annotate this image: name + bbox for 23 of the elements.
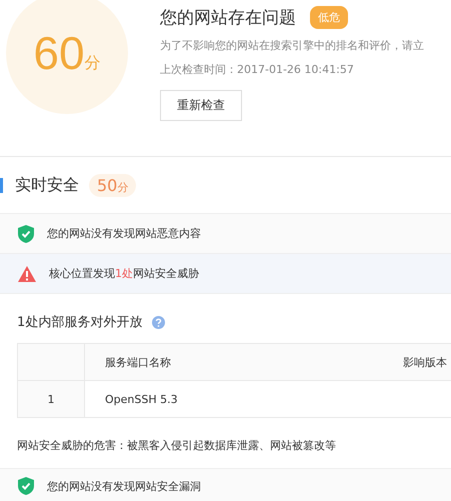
section-marker [0,178,3,192]
shield-check-icon [18,477,34,495]
risk-badge: 低危 [310,6,348,29]
table-header-cell: 服务端口名称 [84,344,326,380]
check-text: 您的网站没有发现网站安全漏洞 [47,478,201,494]
services-title: 1处内部服务对外开放 [17,314,142,331]
table-cell: 1 [18,380,84,418]
check-text: 核心位置发现1处网站安全威胁 [49,266,199,281]
last-check-time: 上次检查时间：2017-01-26 10:41:57 [160,62,354,77]
section-title: 实时安全 [15,174,79,196]
recheck-button[interactable]: 重新检查 [160,90,242,121]
warning-icon [18,266,36,282]
section-score-badge: 50分 [89,174,136,196]
description-text: 为了不影响您的网站在搜索引擎中的排名和评价，请立 [160,38,424,53]
check-text: 您的网站没有发现网站恶意内容 [47,226,201,241]
score-unit: 分 [84,52,101,74]
help-icon[interactable] [152,316,166,328]
shield-check-icon [18,224,34,242]
threat-note: 网站安全威胁的危害：被黑客入侵引起数据库泄露、网站被篡改等 [16,438,337,454]
table-header-cell: 影响版本 [326,344,451,380]
score-value: 60 [33,26,85,80]
table-cell: OpenSSH 5.3 [84,380,326,418]
status-title: 您的网站存在问题 [160,7,296,29]
